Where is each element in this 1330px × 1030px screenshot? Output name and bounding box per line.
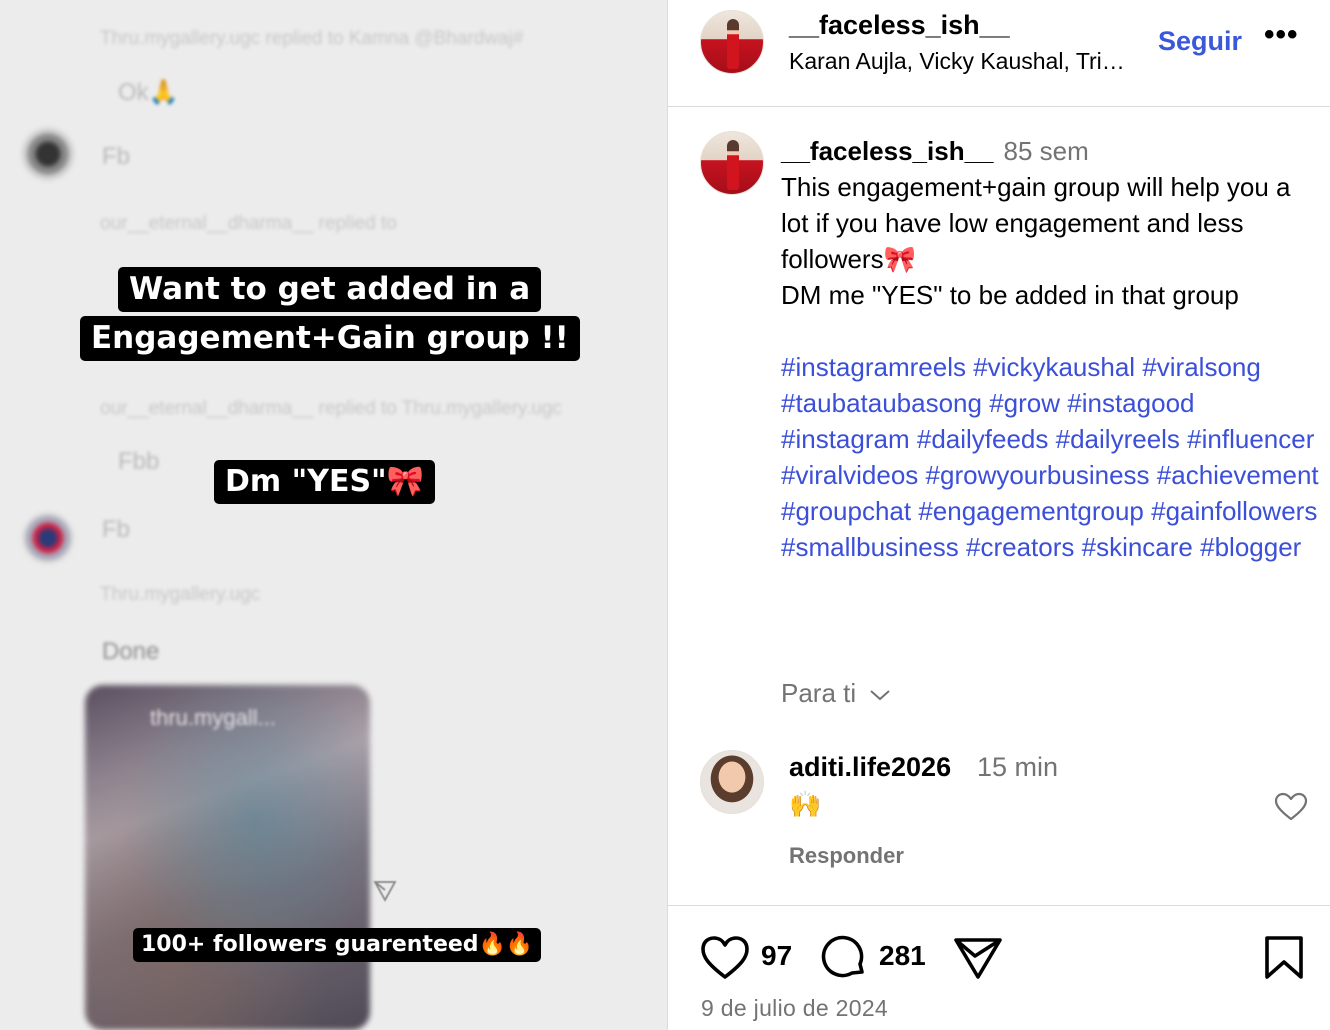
hashtag-link[interactable]: #taubataubasong [781, 388, 982, 418]
reply-button[interactable]: Responder [789, 843, 904, 869]
hashtag-link[interactable]: #viralvideos [781, 460, 918, 490]
hashtag-link[interactable]: #blogger [1200, 532, 1301, 562]
hashtag-link[interactable]: #instagood [1067, 388, 1194, 418]
caption-time[interactable]: 85 sem [1004, 136, 1089, 166]
for-you-toggle[interactable]: Para ti [781, 678, 891, 709]
blurred-avatar [22, 128, 74, 180]
blurred-avatar [22, 512, 74, 564]
blurred-chat-line: Thru.mygallery.ugc replied to Kamna @Bha… [100, 28, 524, 49]
hashtag-link[interactable]: #engagementgroup [918, 496, 1144, 526]
hashtag-link[interactable]: #groupchat [781, 496, 911, 526]
comment-count[interactable]: 281 [879, 940, 926, 972]
video-caption-dm: Dm "YES"🎀 [214, 460, 436, 504]
hashtag-link[interactable]: #influencer [1187, 424, 1314, 454]
hashtag-link[interactable]: #dailyfeeds [917, 424, 1049, 454]
hashtag-link[interactable]: #creators [966, 532, 1074, 562]
post-panel: __faceless_ish__ Karan Aujla, Vicky Kaus… [667, 0, 1330, 1030]
hashtag-link[interactable]: #growyourbusiness [926, 460, 1150, 490]
like-count[interactable]: 97 [761, 940, 792, 972]
commenter-avatar[interactable] [700, 750, 764, 814]
blurred-chat-line: Fb [102, 143, 131, 170]
comment-username[interactable]: aditi.life2026 [789, 752, 951, 783]
hashtag-link[interactable]: #grow [989, 388, 1060, 418]
author-username[interactable]: __faceless_ish__ [789, 10, 1010, 41]
hashtag-link[interactable]: #skincare [1082, 532, 1193, 562]
blurred-chat-line: Ok🙏 [118, 79, 179, 106]
author-avatar[interactable] [700, 10, 764, 74]
blurred-chat-line: our__eternal__dharma__ replied to [100, 213, 397, 234]
divider [668, 106, 1330, 107]
video-caption-followers: 100+ followers guarenteed🔥🔥 [133, 928, 542, 963]
bookmark-icon[interactable] [1263, 935, 1305, 981]
post-caption: __faceless_ish__ 85 sem This engagement+g… [781, 133, 1321, 565]
hashtag-link[interactable]: #instagramreels [781, 352, 966, 382]
blurred-chat-line: our__eternal__dharma__ replied to Thru.m… [100, 398, 562, 419]
video-caption-line-2: Engagement+Gain group !! [80, 316, 580, 362]
hashtag-link[interactable]: #dailyreels [1056, 424, 1180, 454]
hashtag-link[interactable]: #viralsong [1142, 352, 1261, 382]
video-caption-line-1: Want to get added in a [118, 267, 542, 313]
speech-bubble-icon[interactable] [818, 932, 868, 982]
caption-text: This engagement+gain group will help you… [781, 172, 1291, 310]
hashtag-link[interactable]: #gainfollowers [1151, 496, 1317, 526]
heart-icon[interactable] [1274, 792, 1308, 822]
blurred-chat-line: Fb [102, 516, 131, 543]
paper-plane-icon[interactable] [953, 935, 1003, 981]
hashtag-link[interactable]: #vickykaushal [973, 352, 1135, 382]
divider [668, 905, 1330, 906]
more-options-icon[interactable]: ••• [1264, 18, 1299, 52]
hashtag-link[interactable]: #achievement [1157, 460, 1319, 490]
follow-button[interactable]: Seguir [1158, 26, 1242, 57]
blurred-shared-image [85, 685, 370, 1030]
hashtag-list: #instagramreels #vickykaushal #viralsong… [781, 349, 1321, 565]
reel-video[interactable]: Thru.mygallery.ugc replied to Kamna @Bha… [0, 0, 667, 1030]
chevron-down-icon [870, 690, 891, 701]
caption-username[interactable]: __faceless_ish__ [781, 136, 994, 166]
hashtag-link[interactable]: #smallbusiness [781, 532, 959, 562]
paper-plane-icon [373, 881, 397, 902]
audio-link[interactable]: Karan Aujla, Vicky Kaushal, Tri… [789, 48, 1154, 75]
comment-text: 🙌 [789, 789, 822, 819]
heart-icon[interactable] [700, 935, 750, 981]
blurred-chat-line: Fbb [118, 448, 160, 475]
blurred-chat-line: Thru.mygallery.ugc [100, 584, 261, 605]
caption-author-avatar[interactable] [700, 131, 764, 195]
comment-time: 15 min [977, 752, 1059, 782]
blurred-chat-line: Done [102, 638, 160, 665]
for-you-label: Para ti [781, 678, 857, 708]
blurred-chat-line: thru.mygall... [150, 705, 276, 730]
hashtag-link[interactable]: #instagram [781, 424, 910, 454]
post-date[interactable]: 9 de julio de 2024 [701, 995, 888, 1022]
